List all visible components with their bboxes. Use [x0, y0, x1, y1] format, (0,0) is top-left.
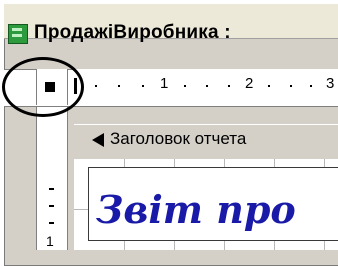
vertical-ruler-number: 1 — [46, 233, 54, 249]
ruler-tick — [118, 85, 120, 87]
report-title-text: Звіт про — [96, 187, 296, 232]
ruler-number: 3 — [326, 75, 335, 92]
horizontal-ruler — [74, 69, 338, 105]
report-header-section-label: Заголовок отчета — [110, 129, 247, 148]
ruler-tick — [290, 85, 292, 87]
form-app-icon — [8, 24, 28, 44]
vertical-ruler-tick — [49, 222, 54, 224]
ruler-tick — [184, 85, 186, 87]
ruler-tick — [206, 85, 208, 87]
ruler-tick — [268, 85, 270, 87]
ruler-tick — [95, 85, 97, 87]
ruler-number: 1 — [160, 75, 169, 92]
arrow-left-icon — [92, 133, 104, 147]
window-title: ПродажіВиробника : — [34, 22, 231, 43]
ruler-tick — [228, 85, 230, 87]
ruler-tick — [142, 85, 144, 87]
vertical-ruler-tick — [49, 205, 54, 207]
ruler-tick — [310, 85, 312, 87]
vertical-ruler — [36, 107, 68, 250]
vertical-ruler-tick — [49, 188, 54, 190]
ruler-number: 2 — [245, 75, 254, 92]
annotation-highlight-circle — [2, 57, 84, 117]
